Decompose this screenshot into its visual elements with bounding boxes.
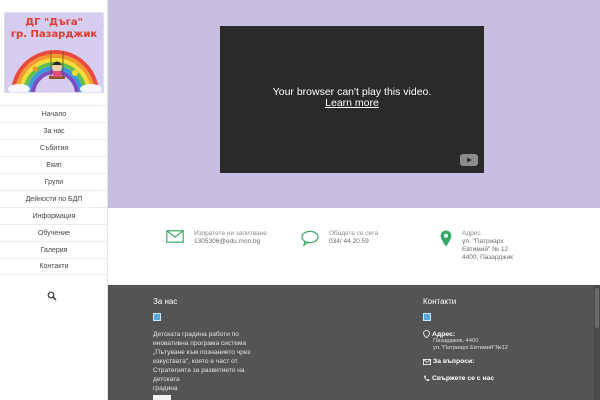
main-navigation: Начало За нас Събития Екип Групи Дейност… xyxy=(0,105,108,275)
nav-item-information[interactable]: Информация xyxy=(0,207,108,224)
footer-contacts-column: Контакти Адрес: Пазарджик, 4400 ул."Патр… xyxy=(423,297,573,382)
footer: За нас Детската градина работи по иноват… xyxy=(108,285,600,400)
phone-info-value: 034/ 44 20 59 xyxy=(329,238,369,245)
nav-item-road-safety[interactable]: Дейности по БДП xyxy=(0,190,108,207)
video-error-message: Your browser can't play this video. Lear… xyxy=(220,87,484,109)
email-info-title: Изпратете ни запитване xyxy=(194,230,267,237)
address-info[interactable]: Адрес ул. "Патриарх Евтимий" № 12 4400, … xyxy=(440,230,513,262)
search-icon[interactable] xyxy=(47,291,57,301)
nav-item-events[interactable]: Събития xyxy=(0,139,108,156)
widget-image-icon xyxy=(423,313,431,321)
footer-about-line: Детската градина работи по xyxy=(153,331,239,338)
address-info-line2: Евтимий" № 12 xyxy=(462,246,509,253)
footer-image-placeholder xyxy=(153,395,171,400)
footer-about-line: иновативна програма система xyxy=(153,340,247,347)
footer-about-line: изкуствата", която е част от xyxy=(153,358,238,365)
footer-about-text: Детската градина работи по иновативна пр… xyxy=(153,330,273,393)
footer-address-line1: Пазарджик, 4400 xyxy=(433,338,479,344)
nav-item-about[interactable]: За нас xyxy=(0,122,108,139)
phone-icon xyxy=(424,375,430,381)
nav-item-gallery[interactable]: Галерия xyxy=(0,241,108,258)
logo-title: ДГ "Дъга" xyxy=(25,17,83,28)
email-info[interactable]: Изпратете ни запитване 1305306@edu.mon.b… xyxy=(166,230,267,246)
footer-about-line: градина xyxy=(153,385,178,392)
learn-more-link[interactable]: Learn more xyxy=(220,98,484,109)
phone-info-title: Обадете се сега xyxy=(329,230,379,237)
widget-image-icon xyxy=(153,313,161,321)
footer-about-line: „Пътуване към познанието чрез xyxy=(153,349,251,356)
map-pin-icon xyxy=(440,230,452,247)
scrollbar-thumb[interactable] xyxy=(595,288,599,328)
footer-about-line: Стратегията за развитието на детската xyxy=(153,367,245,383)
phone-info[interactable]: Обадете се сега 034/ 44 20 59 xyxy=(301,230,378,246)
nav-item-contacts[interactable]: Контакти xyxy=(0,258,108,275)
email-info-value: 1305306@edu.mon.bg xyxy=(194,238,261,245)
footer-questions-label: За въпроси: xyxy=(423,358,573,365)
nav-item-groups[interactable]: Групи xyxy=(0,173,108,190)
rainbow-illustration xyxy=(8,50,102,92)
video-player[interactable]: Your browser can't play this video. Lear… xyxy=(220,26,484,173)
footer-call-label: Свържете се с нас xyxy=(423,375,573,382)
contact-info-band: Изпратете ни запитване 1305306@edu.mon.b… xyxy=(108,208,600,285)
footer-questions-email-link[interactable] xyxy=(423,365,573,372)
address-info-line1: ул. "Патриарх xyxy=(462,238,504,245)
footer-address-label: Адрес: xyxy=(423,330,573,338)
sidebar: ДГ "Дъга" гр. Пазарджик Начало За нас Съ… xyxy=(0,0,108,400)
envelope-icon xyxy=(423,358,431,365)
envelope-icon xyxy=(166,230,184,243)
location-icon xyxy=(423,330,430,338)
address-info-title: Адрес xyxy=(462,230,481,237)
video-section: Your browser can't play this video. Lear… xyxy=(108,0,600,208)
nav-item-training[interactable]: Обучение xyxy=(0,224,108,241)
page: ДГ "Дъга" гр. Пазарджик Начало За нас Съ… xyxy=(0,0,600,400)
speech-bubble-icon xyxy=(301,230,319,246)
footer-about-column: За нас Детската градина работи по иноват… xyxy=(153,297,273,393)
site-logo[interactable]: ДГ "Дъга" гр. Пазарджик xyxy=(4,12,104,93)
footer-contacts-heading: Контакти xyxy=(423,297,457,306)
nav-item-team[interactable]: Екип xyxy=(0,156,108,173)
youtube-icon[interactable] xyxy=(460,154,478,166)
footer-address-line2: ул."Патриарх Евтимий"№12 xyxy=(433,345,508,351)
nav-item-home[interactable]: Начало xyxy=(0,105,108,122)
footer-about-heading: За нас xyxy=(153,297,178,306)
address-info-line3: 4400, Пазарджик xyxy=(462,254,513,261)
